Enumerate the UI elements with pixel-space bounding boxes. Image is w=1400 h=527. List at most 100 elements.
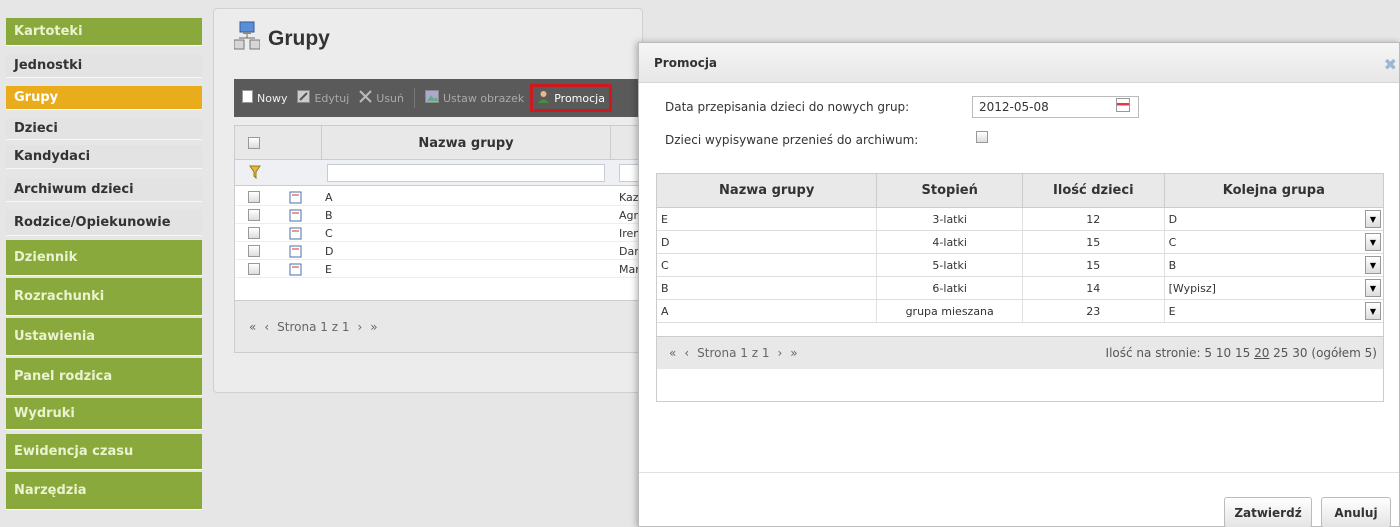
column-header-level[interactable]: Stopień <box>877 174 1023 207</box>
note-icon[interactable] <box>289 208 303 225</box>
sidebar-item-ustawienia[interactable]: Ustawienia <box>6 318 202 356</box>
per-page-option[interactable]: 15 <box>1235 346 1250 360</box>
chevron-down-icon[interactable]: ▼ <box>1365 233 1381 251</box>
first-page-icon[interactable]: « <box>249 320 256 334</box>
note-icon[interactable] <box>289 244 303 261</box>
prev-page-icon[interactable]: ‹ <box>264 320 269 334</box>
calendar-icon[interactable] <box>1116 98 1130 112</box>
promotion-button[interactable]: Promocja <box>530 84 612 112</box>
next-group-select[interactable]: B ▼ <box>1165 254 1383 276</box>
table-row[interactable]: C Iren <box>235 224 643 242</box>
column-header-count[interactable]: Ilość dzieci <box>1023 174 1165 207</box>
next-group-value: B <box>1168 258 1177 272</box>
group-name: E <box>325 263 332 276</box>
table-row[interactable]: B 6-latki 14 [Wypisz] ▼ <box>657 277 1383 300</box>
row-checkbox[interactable] <box>248 263 260 275</box>
row-checkbox[interactable] <box>248 209 260 221</box>
table-row[interactable]: D Dan <box>235 242 643 260</box>
column-header-group-name[interactable]: Nazwa grupy <box>321 126 611 160</box>
group-level: 4-latki <box>877 231 1023 253</box>
sidebar-item-jednostki[interactable]: Jednostki <box>6 54 202 78</box>
chevron-down-icon[interactable]: ▼ <box>1365 256 1381 274</box>
group-name: C <box>325 227 333 240</box>
chevron-down-icon[interactable]: ▼ <box>1365 210 1381 228</box>
sidebar-item-ewidencja-czasu[interactable]: Ewidencja czasu <box>6 434 202 470</box>
toolbar: Nowy Edytuj Usuń Ustaw obrazek Promocja <box>234 79 644 117</box>
chevron-down-icon[interactable]: ▼ <box>1365 302 1381 320</box>
sidebar-item-dziennik[interactable]: Dziennik <box>6 240 202 276</box>
column-header-group-name[interactable]: Nazwa grupy <box>657 174 878 207</box>
note-icon[interactable] <box>289 190 303 207</box>
funnel-icon[interactable] <box>249 165 261 182</box>
grid-pager: « ‹ Strona 1 z 1 › » <box>235 300 643 352</box>
column-header-next-group[interactable]: Kolejna grupa <box>1165 174 1383 207</box>
sidebar-item-archiwum-dzieci[interactable]: Archiwum dzieci <box>6 178 202 202</box>
per-page-option[interactable]: 30 <box>1292 346 1307 360</box>
sidebar-item-kartoteki[interactable]: Kartoteki <box>6 18 202 46</box>
next-group-value: E <box>1168 304 1176 318</box>
prev-page-icon[interactable]: ‹ <box>684 346 689 360</box>
promotion-dialog: Promocja ✖ Data przepisania dzieci do no… <box>638 42 1400 527</box>
select-all-checkbox[interactable] <box>248 137 260 149</box>
next-group-select[interactable]: D ▼ <box>1165 208 1383 230</box>
table-row[interactable]: A Kazi <box>235 188 643 206</box>
edit-button[interactable]: Edytuj <box>297 90 349 106</box>
sidebar-item-label: Ewidencja czasu <box>14 444 134 459</box>
last-page-icon[interactable]: » <box>370 320 377 334</box>
table-row[interactable]: C 5-latki 15 B ▼ <box>657 254 1383 277</box>
sidebar-item-grupy[interactable]: Grupy <box>6 86 202 110</box>
page-title: Grupy <box>233 21 330 57</box>
per-page-option[interactable]: 10 <box>1216 346 1231 360</box>
note-icon[interactable] <box>289 262 303 279</box>
name-filter-input[interactable] <box>327 164 605 182</box>
group-name: A <box>657 300 878 322</box>
sidebar-item-wydruki[interactable]: Wydruki <box>6 398 202 430</box>
sidebar-item-dzieci[interactable]: Dzieci <box>6 118 202 140</box>
dialog-body: Data przepisania dzieci do nowych grup: … <box>639 83 1399 473</box>
next-group-select[interactable]: [Wypisz] ▼ <box>1165 277 1383 299</box>
last-page-icon[interactable]: » <box>790 346 797 360</box>
sidebar-item-label: Ustawienia <box>14 329 96 344</box>
sidebar-item-kandydaci[interactable]: Kandydaci <box>6 145 202 169</box>
row-checkbox[interactable] <box>248 245 260 257</box>
next-page-icon[interactable]: › <box>357 320 362 334</box>
total-count: (ogółem 5) <box>1311 346 1377 360</box>
delete-button[interactable]: Usuń <box>359 90 404 106</box>
per-page-option-selected[interactable]: 20 <box>1254 346 1269 360</box>
per-page-option[interactable]: 5 <box>1204 346 1212 360</box>
next-page-icon[interactable]: › <box>777 346 782 360</box>
sidebar-item-narzedzia[interactable]: Narzędzia <box>6 472 202 510</box>
sidebar-item-panel-rodzica[interactable]: Panel rodzica <box>6 358 202 396</box>
first-page-icon[interactable]: « <box>669 346 676 360</box>
sidebar-item-rozrachunki[interactable]: Rozrachunki <box>6 278 202 316</box>
next-group-select[interactable]: C ▼ <box>1165 231 1383 253</box>
new-button[interactable]: Nowy <box>242 90 287 106</box>
row-checkbox[interactable] <box>248 191 260 203</box>
date-value: 2012-05-08 <box>979 100 1049 114</box>
group-name: D <box>657 231 878 253</box>
table-row[interactable]: E Mar <box>235 260 643 278</box>
archive-checkbox[interactable] <box>976 131 988 143</box>
table-row[interactable]: B Agn <box>235 206 643 224</box>
table-row[interactable]: D 4-latki 15 C ▼ <box>657 231 1383 254</box>
group-level: 6-latki <box>877 277 1023 299</box>
sidebar-item-rodzice[interactable]: Rodzice/Opiekunowie <box>6 210 202 236</box>
chevron-down-icon[interactable]: ▼ <box>1365 279 1381 297</box>
table-row[interactable]: A grupa mieszana 23 E ▼ <box>657 300 1383 323</box>
next-group-select[interactable]: E ▼ <box>1165 300 1383 322</box>
group-name: A <box>325 191 333 204</box>
confirm-button[interactable]: Zatwierdź <box>1224 497 1312 527</box>
group-level: 5-latki <box>877 254 1023 276</box>
group-teacher: Mar <box>619 263 640 276</box>
cancel-button[interactable]: Anuluj <box>1321 497 1391 527</box>
date-field[interactable]: 2012-05-08 <box>972 96 1139 118</box>
close-icon[interactable]: ✖ <box>1384 55 1397 74</box>
set-image-button[interactable]: Ustaw obrazek <box>425 90 524 106</box>
sidebar-item-label: Kartoteki <box>14 24 83 39</box>
note-icon[interactable] <box>289 226 303 243</box>
edit-button-label: Edytuj <box>314 91 350 105</box>
grid-header: Nazwa grupy <box>235 126 643 160</box>
row-checkbox[interactable] <box>248 227 260 239</box>
per-page-option[interactable]: 25 <box>1273 346 1288 360</box>
table-row[interactable]: E 3-latki 12 D ▼ <box>657 208 1383 231</box>
